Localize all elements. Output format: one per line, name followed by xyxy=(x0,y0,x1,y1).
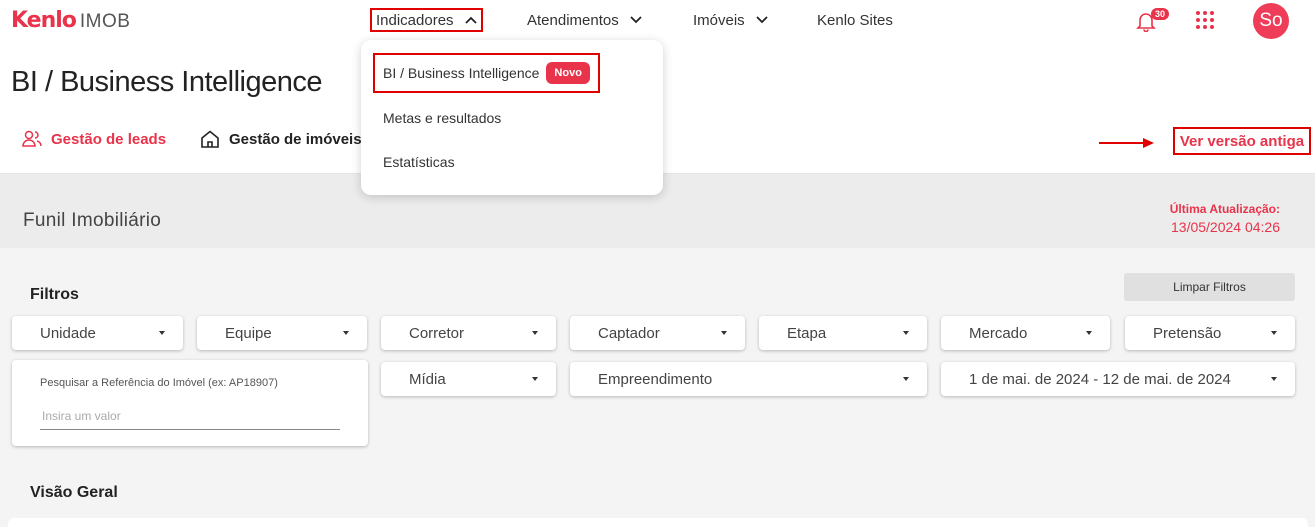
indicadores-dropdown-menu: BI / Business Intelligence Novo Metas e … xyxy=(361,40,663,195)
last-update-value: 13/05/2024 04:26 xyxy=(1171,219,1280,235)
clear-filters-button[interactable]: Limpar Filtros xyxy=(1124,273,1295,301)
overview-title: Visão Geral xyxy=(30,484,118,501)
select-empreendimento[interactable]: Empreendimento xyxy=(570,362,927,396)
select-midia-label: Mídia xyxy=(409,370,446,388)
caret-down-icon xyxy=(903,377,909,381)
arrow-right-icon xyxy=(1099,138,1154,148)
chevron-down-icon xyxy=(756,16,768,24)
tab-gestao-de-imoveis-label: Gestão de imóveis xyxy=(229,130,362,148)
select-captador-label: Captador xyxy=(598,324,660,342)
select-empreendimento-label: Empreendimento xyxy=(598,370,713,388)
logo-brand: Kenlo xyxy=(11,8,77,33)
nav-kenlo-sites-label: Kenlo Sites xyxy=(817,11,893,29)
tab-gestao-de-leads-label: Gestão de leads xyxy=(51,130,167,148)
nav-kenlo-sites[interactable]: Kenlo Sites xyxy=(817,8,893,32)
select-date-range[interactable]: 1 de mai. de 2024 - 12 de mai. de 2024 xyxy=(941,362,1295,396)
reference-search-label: Pesquisar a Referência do Imóvel (ex: AP… xyxy=(40,377,278,389)
notification-badge: 30 xyxy=(1151,8,1170,20)
caret-down-icon xyxy=(159,331,165,335)
overview-card xyxy=(8,518,1308,527)
apps-grid-icon[interactable] xyxy=(1196,11,1214,29)
chevron-up-icon xyxy=(464,16,477,24)
menu-item-estatisticas-label: Estatísticas xyxy=(383,154,455,170)
chevron-down-icon xyxy=(630,16,642,24)
logo-product: IMOB xyxy=(79,11,131,32)
nav-atendimentos-label: Atendimentos xyxy=(527,11,619,29)
menu-item-bi[interactable]: BI / Business Intelligence Novo xyxy=(373,53,600,93)
select-midia[interactable]: Mídia xyxy=(381,362,556,396)
caret-down-icon xyxy=(532,377,538,381)
nav-imoveis-label: Imóveis xyxy=(693,11,745,29)
nav-indicadores-label: Indicadores xyxy=(376,11,454,29)
select-mercado[interactable]: Mercado xyxy=(941,316,1110,350)
new-badge: Novo xyxy=(546,62,590,84)
page-title: BI / Business Intelligence xyxy=(11,66,323,98)
menu-item-metas-label: Metas e resultados xyxy=(383,110,502,126)
nav-indicadores[interactable]: Indicadores xyxy=(370,8,483,32)
select-corretor-label: Corretor xyxy=(409,324,465,342)
filters-title: Filtros xyxy=(30,286,79,303)
select-corretor[interactable]: Corretor xyxy=(381,316,556,350)
dashboard-body: Funil Imobiliário Última Atualização: 13… xyxy=(0,173,1315,527)
menu-item-estatisticas[interactable]: Estatísticas xyxy=(383,154,455,170)
reference-search-card: Pesquisar a Referência do Imóvel (ex: AP… xyxy=(12,360,368,446)
top-navigation-bar: Kenlo IMOB Indicadores Atendimentos Imóv… xyxy=(0,0,1315,42)
select-mercado-label: Mercado xyxy=(969,324,1028,342)
tab-gestao-de-imoveis[interactable]: Gestão de imóveis xyxy=(200,130,362,148)
select-pretensao-label: Pretensão xyxy=(1153,324,1222,342)
select-etapa[interactable]: Etapa xyxy=(759,316,927,350)
select-captador[interactable]: Captador xyxy=(570,316,745,350)
menu-item-metas[interactable]: Metas e resultados xyxy=(383,110,501,126)
user-avatar[interactable]: So xyxy=(1253,3,1289,39)
home-icon xyxy=(201,130,219,148)
caret-down-icon xyxy=(1086,331,1092,335)
select-equipe-label: Equipe xyxy=(225,324,272,342)
tab-gestao-de-leads[interactable]: Gestão de leads xyxy=(22,130,166,148)
old-version-link[interactable]: Ver versão antiga xyxy=(1173,127,1311,155)
users-icon xyxy=(22,130,42,147)
funnel-title: Funil Imobiliário xyxy=(23,210,162,231)
caret-down-icon xyxy=(343,331,349,335)
kenlo-logo[interactable]: Kenlo IMOB xyxy=(11,8,130,33)
last-update-label: Última Atualização: xyxy=(1169,202,1280,216)
reference-search-input[interactable] xyxy=(40,403,340,430)
nav-imoveis[interactable]: Imóveis xyxy=(693,8,769,32)
select-unidade-label: Unidade xyxy=(40,324,96,342)
select-equipe[interactable]: Equipe xyxy=(197,316,367,350)
caret-down-icon xyxy=(1271,377,1277,381)
caret-down-icon xyxy=(532,331,538,335)
nav-atendimentos[interactable]: Atendimentos xyxy=(527,8,643,32)
select-etapa-label: Etapa xyxy=(787,324,827,342)
select-date-range-label: 1 de mai. de 2024 - 12 de mai. de 2024 xyxy=(969,370,1231,388)
select-unidade[interactable]: Unidade xyxy=(12,316,183,350)
select-pretensao[interactable]: Pretensão xyxy=(1125,316,1295,350)
caret-down-icon xyxy=(1271,331,1277,335)
caret-down-icon xyxy=(721,331,727,335)
caret-down-icon xyxy=(903,331,909,335)
menu-item-bi-label: BI / Business Intelligence xyxy=(383,65,540,81)
